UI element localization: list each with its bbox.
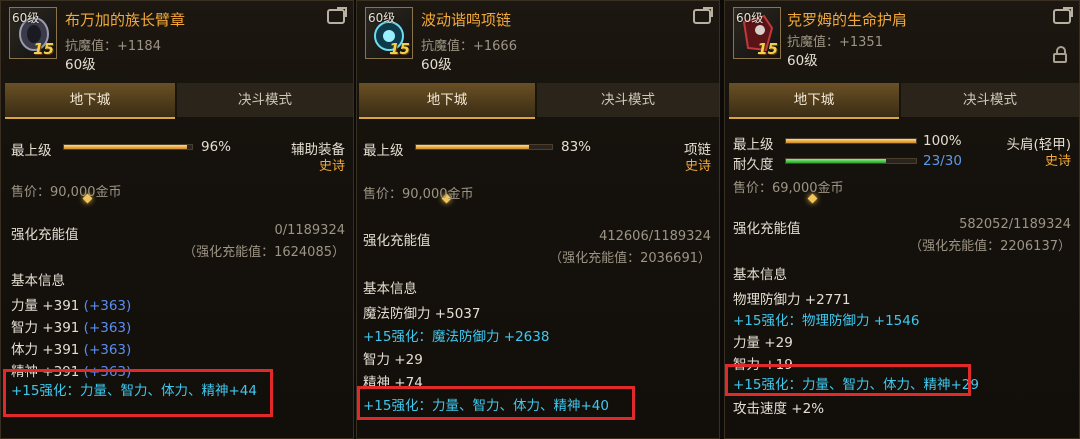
charge-label: 强化充能值 (363, 233, 431, 249)
basic-info-title: 基本信息 (363, 281, 417, 297)
resist-value: 抗魔值：+1666 (421, 39, 517, 54)
stat-line: 力量 +29 (733, 335, 793, 351)
durability-bar-fill (786, 159, 887, 163)
tab-duel[interactable]: 决斗模式 (537, 83, 719, 117)
stat-line-enhanced: +15强化：物理防御力 +1546 (733, 313, 920, 329)
grade-bar (785, 138, 917, 144)
sell-price: 售价：90,000金币 (11, 185, 122, 200)
item-level: 60级 (787, 53, 818, 69)
charge-total: （强化充能值：1624085） (183, 245, 345, 260)
lock-icon[interactable] (1053, 46, 1067, 63)
tab-duel[interactable]: 决斗模式 (901, 83, 1079, 117)
item-name: 克罗姆的生命护肩 (787, 11, 908, 29)
share-icon[interactable] (693, 7, 713, 24)
durability-bar (785, 158, 917, 164)
tab-dungeon[interactable]: 地下城 (5, 83, 175, 119)
basic-info-title: 基本信息 (11, 273, 65, 289)
item-icon: 60级 15 (9, 7, 57, 59)
durability-value: 23/30 (923, 153, 962, 169)
grade-bar (63, 144, 193, 150)
item-tooltip-necklace: 60级 15 波动谐鸣项链 抗魔值：+1666 60级 地下城 决斗模式 最上级… (356, 0, 720, 439)
charge-label: 强化充能值 (733, 221, 801, 237)
highlight-box (3, 369, 273, 417)
item-tooltip-armband: 60级 15 布万加的族长臂章 抗魔值：+1184 60级 地下城 决斗模式 最… (0, 0, 354, 439)
resist-value: 抗魔值：+1351 (787, 35, 883, 50)
stat-line-enhanced: +15强化：魔法防御力 +2638 (363, 329, 550, 345)
charge-label: 强化充能值 (11, 227, 79, 243)
grade-label: 最上级 (733, 137, 774, 153)
rarity-label: 史诗 (318, 159, 345, 174)
sell-price: 售价：90,000金币 (363, 187, 474, 202)
rarity-label: 史诗 (684, 159, 711, 174)
highlight-box (357, 386, 635, 420)
grade-bar (415, 144, 553, 150)
grade-label: 最上级 (363, 143, 404, 159)
durability-label: 耐久度 (733, 157, 774, 173)
item-level-tag: 60级 (12, 11, 40, 25)
tab-duel[interactable]: 决斗模式 (177, 83, 353, 117)
grade-bar-fill (416, 145, 529, 149)
charge-value: 582052/1189324 (959, 217, 1071, 232)
grade-bar-fill (64, 145, 187, 149)
charge-value: 0/1189324 (274, 223, 345, 238)
item-name: 布万加的族长臂章 (65, 11, 186, 29)
item-name: 波动谐鸣项链 (421, 11, 512, 29)
grade-percent: 100% (923, 133, 962, 149)
share-icon[interactable] (1053, 7, 1073, 24)
item-level-tag: 60级 (736, 11, 764, 25)
tab-dungeon[interactable]: 地下城 (729, 83, 899, 119)
enhance-level-badge: 15 (757, 40, 778, 58)
sell-price: 售价：69,000金币 (733, 181, 844, 196)
stat-line: 力量 +391 (+363) (11, 298, 132, 314)
basic-info-title: 基本信息 (733, 267, 787, 283)
grade-percent: 83% (561, 139, 592, 155)
item-level: 60级 (65, 57, 96, 73)
item-level: 60级 (421, 57, 452, 73)
resist-value: 抗魔值：+1184 (65, 39, 161, 54)
stat-line: 攻击速度 +2% (733, 401, 825, 417)
enhance-level-badge: 15 (389, 40, 410, 58)
grade-label: 最上级 (11, 143, 52, 159)
stat-line: 智力 +391 (+363) (11, 320, 132, 336)
charge-value: 412606/1189324 (599, 229, 711, 244)
stat-line: 魔法防御力 +5037 (363, 306, 481, 322)
stat-line: 体力 +391 (+363) (11, 342, 132, 358)
item-icon: 60级 15 (365, 7, 413, 59)
rarity-label: 史诗 (1044, 154, 1071, 169)
item-level-tag: 60级 (368, 11, 396, 25)
share-icon[interactable] (327, 7, 347, 24)
charge-total: （强化充能值：2036691） (549, 251, 711, 266)
tab-dungeon[interactable]: 地下城 (359, 83, 535, 119)
enhance-level-badge: 15 (33, 40, 54, 58)
highlight-box (725, 364, 971, 396)
charge-total: （强化充能值：2206137） (909, 239, 1071, 254)
stat-line: 智力 +29 (363, 352, 423, 368)
stat-line: 物理防御力 +2771 (733, 292, 851, 308)
item-tooltip-shoulder: 60级 15 克罗姆的生命护肩 抗魔值：+1351 60级 地下城 决斗模式 最… (724, 0, 1080, 439)
grade-bar-fill (786, 139, 916, 143)
grade-percent: 96% (201, 139, 232, 155)
item-icon: 60级 15 (733, 7, 781, 59)
